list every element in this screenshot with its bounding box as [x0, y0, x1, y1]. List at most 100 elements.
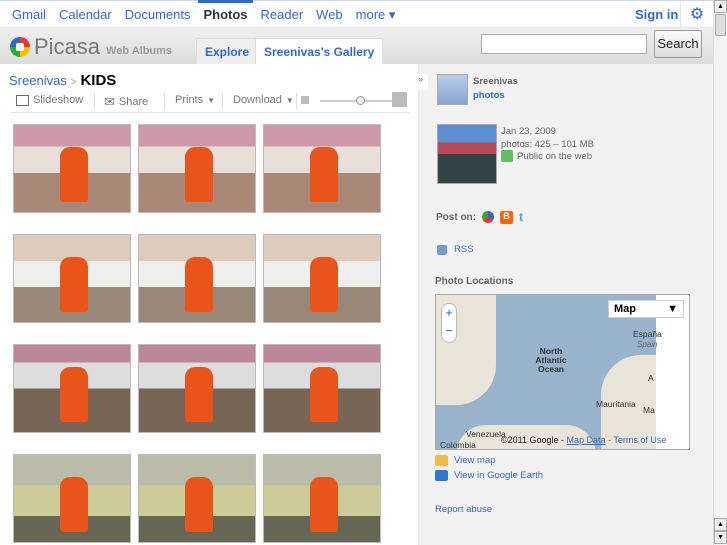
- photo-thumbnail[interactable]: [263, 124, 381, 213]
- prints-label: Prints: [175, 94, 204, 106]
- search-button[interactable]: Search: [654, 30, 702, 58]
- report-abuse-link[interactable]: Report abuse: [435, 504, 492, 515]
- zoom-out-icon[interactable]: −: [442, 322, 456, 340]
- location-map[interactable]: + − Map ▼ North Atlantic Ocean Mauritania …: [435, 294, 690, 450]
- logo-subtitle: Web Albums: [106, 45, 173, 57]
- photo-thumbnail[interactable]: [263, 454, 381, 543]
- gear-icon[interactable]: ⚙: [680, 1, 713, 29]
- avatar[interactable]: [437, 74, 468, 105]
- slider-knob[interactable]: [356, 96, 365, 105]
- album-cover[interactable]: [437, 124, 497, 184]
- view-earth-link[interactable]: View in Google Earth: [454, 470, 543, 481]
- album-sidebar: » Sreenivas photos Jan 23, 2009 photos: …: [418, 64, 713, 545]
- thumbnail-size-slider[interactable]: [320, 96, 398, 105]
- photo-subject: [185, 146, 214, 202]
- download-button[interactable]: Download ▼: [233, 94, 294, 106]
- tab-gallery[interactable]: Sreenivas's Gallery: [255, 38, 384, 64]
- photo-subject: [310, 476, 339, 532]
- breadcrumb-owner[interactable]: Sreenivas: [9, 73, 67, 88]
- album-title: KIDS: [80, 72, 117, 89]
- tab-explore[interactable]: Explore: [196, 38, 259, 64]
- divider: [94, 93, 95, 109]
- photo-thumbnail[interactable]: [138, 234, 256, 323]
- logo-text: Picasa: [34, 34, 101, 59]
- fullscreen-icon: [16, 94, 29, 106]
- terms-link[interactable]: - Terms of Use: [608, 435, 666, 445]
- map-label: Ma: [643, 405, 655, 415]
- photo-subject: [185, 366, 214, 422]
- prints-button[interactable]: Prints ▼: [175, 94, 215, 106]
- map-label: España: [633, 329, 662, 339]
- map-label: Spain: [637, 340, 658, 349]
- scrollbar-thumb[interactable]: [715, 14, 726, 36]
- photo-subject: [310, 146, 339, 202]
- view-map-link[interactable]: View map: [454, 455, 496, 466]
- sign-in-link[interactable]: Sign in: [635, 7, 678, 22]
- photo-thumbnail[interactable]: [263, 234, 381, 323]
- nav-more[interactable]: more ▾: [356, 7, 396, 23]
- photo-subject: [60, 476, 89, 532]
- photo-locations-title: Photo Locations: [435, 276, 514, 287]
- picasa-header: Picasa Web Albums Explore Sreenivas's Ga…: [0, 28, 713, 64]
- collapse-sidebar-icon[interactable]: »: [418, 74, 428, 90]
- slideshow-button[interactable]: Slideshow: [16, 94, 83, 106]
- map-label: North Atlantic Ocean: [535, 346, 567, 374]
- zoom-in-icon[interactable]: +: [442, 304, 456, 322]
- buzz-icon[interactable]: [482, 211, 494, 223]
- share-label: Share: [118, 96, 149, 108]
- nav-reader[interactable]: Reader: [261, 7, 304, 23]
- photo-subject: [60, 146, 89, 202]
- nav-calendar[interactable]: Calendar: [59, 7, 112, 23]
- user-photos-link[interactable]: photos: [473, 90, 505, 101]
- scroll-down-icon[interactable]: ▼: [714, 531, 727, 544]
- photo-subject: [60, 366, 89, 422]
- nav-photos[interactable]: Photos: [198, 0, 253, 23]
- large-size-icon: [392, 92, 407, 107]
- share-button[interactable]: ✉ Share: [104, 94, 148, 110]
- photo-thumbnail[interactable]: [138, 124, 256, 213]
- photo-thumbnail[interactable]: [13, 124, 131, 213]
- nav-documents[interactable]: Documents: [125, 7, 191, 23]
- photo-subject: [60, 256, 89, 312]
- nav-gmail[interactable]: Gmail: [12, 7, 46, 23]
- download-label: Download: [233, 94, 282, 106]
- breadcrumb: Sreenivas > KIDS: [9, 72, 116, 89]
- scroll-up-icon[interactable]: ▲: [714, 0, 727, 13]
- map-label: A: [648, 373, 654, 383]
- divider: [296, 93, 297, 109]
- chevron-down-icon: ▼: [207, 95, 216, 105]
- twitter-icon[interactable]: t: [519, 210, 523, 224]
- google-earth-icon: [435, 470, 448, 481]
- photo-subject: [185, 256, 214, 312]
- album-stats: photos: 425 – 101 MB: [501, 139, 594, 150]
- chevron-down-icon: ▼: [667, 303, 678, 315]
- photo-thumbnail[interactable]: [13, 234, 131, 323]
- blogger-icon[interactable]: B: [500, 210, 513, 224]
- map-label: Mauritania: [596, 399, 636, 409]
- google-bar: Gmail Calendar Documents Photos Reader W…: [0, 0, 713, 29]
- rss-link[interactable]: RSS: [454, 244, 474, 255]
- nav-web[interactable]: Web: [316, 7, 343, 23]
- rss-icon: [437, 244, 447, 255]
- photo-subject: [310, 256, 339, 312]
- scrollbar[interactable]: ▲ ▲ ▼: [713, 0, 727, 545]
- photo-thumbnail[interactable]: [13, 344, 131, 433]
- map-copyright: ©2011 Google -: [501, 435, 565, 445]
- envelope-icon: ✉: [104, 94, 115, 109]
- divider: [164, 93, 165, 109]
- picasa-logo[interactable]: Picasa Web Albums: [10, 34, 172, 60]
- photo-thumbnail[interactable]: [138, 344, 256, 433]
- map-data-link[interactable]: Map Data: [567, 435, 606, 445]
- map-blank-tile: [656, 295, 689, 449]
- map-label: Colombia: [440, 440, 476, 450]
- photo-thumbnail[interactable]: [263, 344, 381, 433]
- photo-thumbnail[interactable]: [13, 454, 131, 543]
- visibility-label: Public on the web: [517, 150, 592, 162]
- breadcrumb-sep: >: [70, 77, 77, 88]
- photo-thumbnail[interactable]: [138, 454, 256, 543]
- map-pin-icon: [435, 455, 448, 466]
- search-input[interactable]: [481, 34, 647, 54]
- map-type-select[interactable]: Map ▼: [608, 300, 684, 318]
- scroll-up-icon[interactable]: ▲: [714, 518, 727, 531]
- album-content: Sreenivas > KIDS Slideshow ✉ Share Prints…: [0, 64, 418, 545]
